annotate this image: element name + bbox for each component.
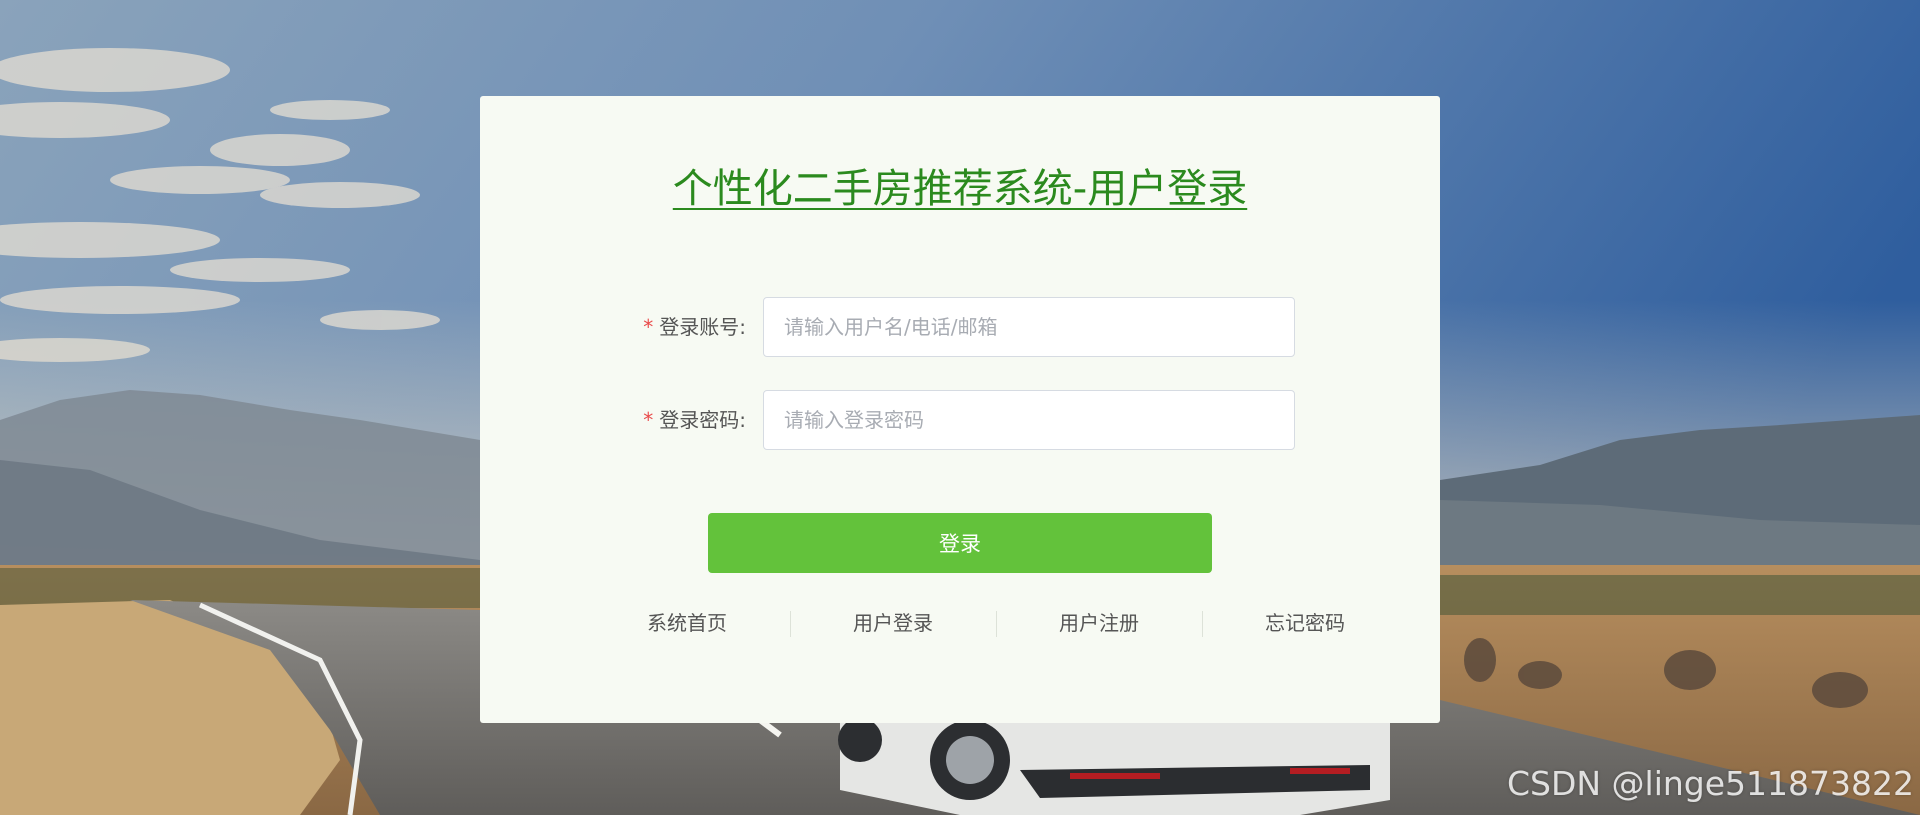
- account-label-text: 登录账号:: [659, 315, 746, 339]
- page-title: 个性化二手房推荐系统-用户登录: [672, 166, 1248, 212]
- bottom-links: 系统首页 用户登录 用户注册 忘记密码: [584, 608, 1408, 638]
- login-card: 个性化二手房推荐系统-用户登录 *登录账号: *登录密码: 登录 系统首页 用户…: [480, 96, 1440, 723]
- link-user-login[interactable]: 用户登录: [790, 608, 996, 638]
- account-form-row: * 登录账号:: [480, 297, 1440, 357]
- login-button[interactable]: 登录: [708, 513, 1212, 573]
- link-user-register[interactable]: 用户注册: [996, 608, 1202, 638]
- password-label: * 登录密码:: [643, 390, 746, 450]
- password-form-row: * 登录密码:: [480, 390, 1440, 450]
- required-mark: *: [643, 408, 654, 432]
- link-system-home[interactable]: 系统首页: [584, 608, 790, 638]
- password-label-text: 登录密码:: [659, 408, 746, 432]
- watermark: CSDN @linge511873822: [1506, 764, 1914, 803]
- account-input[interactable]: [763, 297, 1295, 357]
- link-forgot-password[interactable]: 忘记密码: [1202, 608, 1408, 638]
- required-mark: *: [643, 315, 654, 339]
- password-input[interactable]: [763, 390, 1295, 450]
- account-label: * 登录账号:: [643, 297, 746, 357]
